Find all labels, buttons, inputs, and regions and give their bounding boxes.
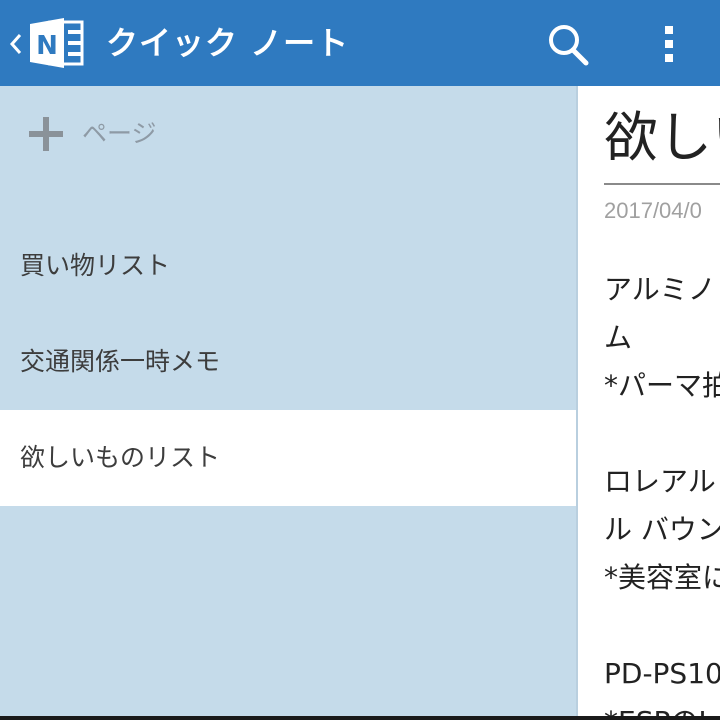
- note-content-pane: 欲しいものリスト 2017/04/0 アルミノ ム *パーマ拍 ロレアル ル バ…: [578, 86, 720, 720]
- add-page-label: ページ: [82, 119, 157, 148]
- chevron-left-icon[interactable]: [8, 30, 24, 58]
- page-item-wish-list[interactable]: 欲しいものリスト: [0, 410, 578, 506]
- search-icon[interactable]: [540, 18, 596, 70]
- page-title: クイック ノート: [106, 24, 350, 62]
- page-item-shopping-list[interactable]: 買い物リスト: [0, 218, 578, 314]
- note-body-line[interactable]: ロレアル: [604, 458, 716, 506]
- onenote-logo-icon[interactable]: N: [28, 16, 86, 70]
- page-item-label: 買い物リスト: [20, 251, 171, 280]
- page-item-transport-memo[interactable]: 交通関係一時メモ: [0, 314, 578, 410]
- note-body-line[interactable]: アルミノ: [604, 266, 716, 314]
- plus-icon: [29, 117, 63, 151]
- bottom-edge: [0, 716, 720, 720]
- note-body-line[interactable]: *美容室に: [604, 554, 720, 602]
- more-vert-icon[interactable]: [644, 18, 696, 70]
- page-list-sidebar: ページ 買い物リスト 交通関係一時メモ 欲しいものリスト: [0, 86, 578, 720]
- logo-letter: N: [36, 31, 58, 61]
- note-body-line[interactable]: ル バウン: [604, 506, 720, 554]
- page-item-label: 欲しいものリスト: [20, 443, 221, 472]
- note-body-line[interactable]: ム: [604, 314, 632, 362]
- note-body-line[interactable]: PD-PS10: [604, 650, 720, 698]
- note-title[interactable]: 欲しいものリスト: [604, 106, 720, 170]
- add-page-button[interactable]: ページ: [26, 114, 226, 154]
- note-date: 2017/04/0: [604, 198, 702, 223]
- page-item-label: 交通関係一時メモ: [20, 347, 221, 376]
- title-divider: [604, 183, 720, 185]
- app-bar: N クイック ノート: [0, 0, 720, 86]
- note-body-line[interactable]: *パーマ拍: [604, 362, 720, 410]
